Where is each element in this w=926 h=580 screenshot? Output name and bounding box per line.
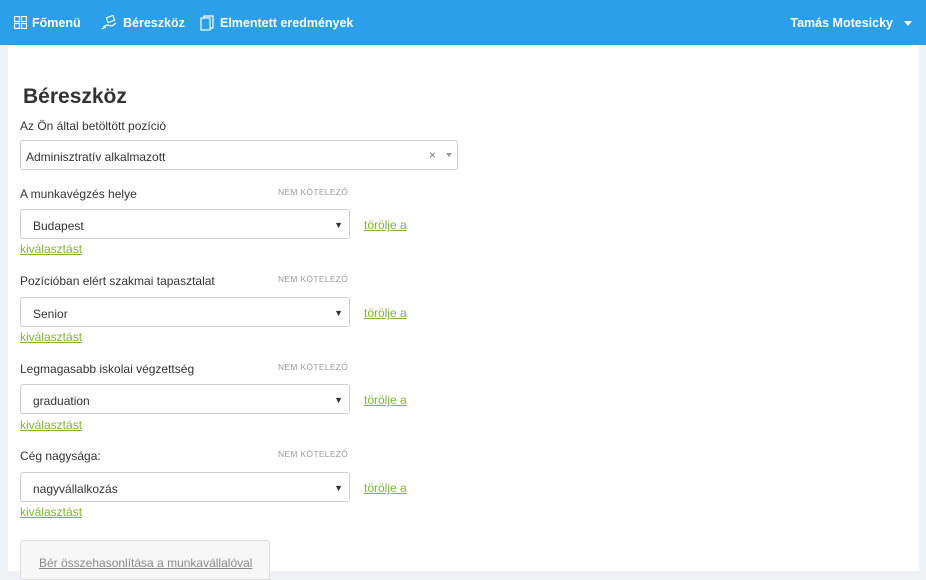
clear-company-size-link[interactable]: törölje a xyxy=(364,481,407,495)
clear-experience-link[interactable]: törölje a xyxy=(364,306,407,320)
user-menu[interactable]: Tamás Motesicky xyxy=(790,0,912,45)
chevron-down-icon xyxy=(446,153,452,157)
experience-label: Pozícióban elért szakmai tapasztalat xyxy=(20,274,215,288)
dropdown-arrow-icon: ▼ xyxy=(334,483,343,493)
optional-badge: NEM KÖTELEZŐ xyxy=(278,362,349,372)
location-label: A munkavégzés helye xyxy=(20,187,137,201)
location-value: Budapest xyxy=(33,219,84,233)
top-navbar: Főmenü Béreszköz Elmentett eredmények Ta… xyxy=(0,0,926,45)
education-value: graduation xyxy=(33,394,90,408)
position-value: Adminisztratív alkalmazott xyxy=(26,150,166,164)
position-label: Az Ön által betöltött pozíció xyxy=(20,119,167,133)
dropdown-arrow-icon: ▼ xyxy=(334,308,343,318)
company-size-value: nagyvállalkozás xyxy=(33,482,118,496)
location-select[interactable]: Budapest ▼ xyxy=(20,209,350,239)
caret-down-icon xyxy=(904,20,912,26)
nav-home-label: Főmenü xyxy=(32,15,81,30)
clear-location-link[interactable]: törölje a xyxy=(364,218,407,232)
nav-salary-tool[interactable]: Béreszköz xyxy=(101,0,185,45)
user-name: Tamás Motesicky xyxy=(790,15,893,30)
compare-salary-label: Bér összehasonlítása a munkavállalóval xyxy=(39,556,253,570)
clear-education-link[interactable]: törölje a xyxy=(364,393,407,407)
grid-icon xyxy=(14,16,27,29)
experience-select[interactable]: Senior ▼ xyxy=(20,297,350,327)
documents-icon xyxy=(200,14,214,31)
nav-saved-results-label: Elmentett eredmények xyxy=(220,15,354,30)
nav-home[interactable]: Főmenü xyxy=(14,0,81,45)
education-select[interactable]: graduation ▼ xyxy=(20,384,350,414)
clear-company-size-link-cont[interactable]: kiválasztást xyxy=(20,505,82,519)
optional-badge: NEM KÖTELEZŐ xyxy=(278,274,349,284)
hand-money-icon xyxy=(101,14,117,30)
company-size-select[interactable]: nagyvállalkozás ▼ xyxy=(20,472,350,502)
nav-salary-tool-label: Béreszköz xyxy=(123,15,185,30)
education-label: Legmagasabb iskolai végzettség xyxy=(20,362,195,376)
clear-location-link-cont[interactable]: kiválasztást xyxy=(20,242,82,256)
position-select[interactable]: Adminisztratív alkalmazott × xyxy=(20,140,458,170)
experience-value: Senior xyxy=(33,307,68,321)
optional-badge: NEM KÖTELEZŐ xyxy=(278,187,349,197)
company-size-label: Cég nagysága: xyxy=(20,449,101,463)
clear-experience-link-cont[interactable]: kiválasztást xyxy=(20,330,82,344)
dropdown-arrow-icon: ▼ xyxy=(334,220,343,230)
optional-badge: NEM KÖTELEZŐ xyxy=(278,449,349,459)
clear-icon[interactable]: × xyxy=(429,148,436,162)
clear-education-link-cont[interactable]: kiválasztást xyxy=(20,418,82,432)
nav-saved-results[interactable]: Elmentett eredmények xyxy=(200,0,353,45)
dropdown-arrow-icon: ▼ xyxy=(334,395,343,405)
compare-salary-button[interactable]: Bér összehasonlítása a munkavállalóval xyxy=(20,540,270,580)
page-title: Béreszköz xyxy=(23,85,127,108)
